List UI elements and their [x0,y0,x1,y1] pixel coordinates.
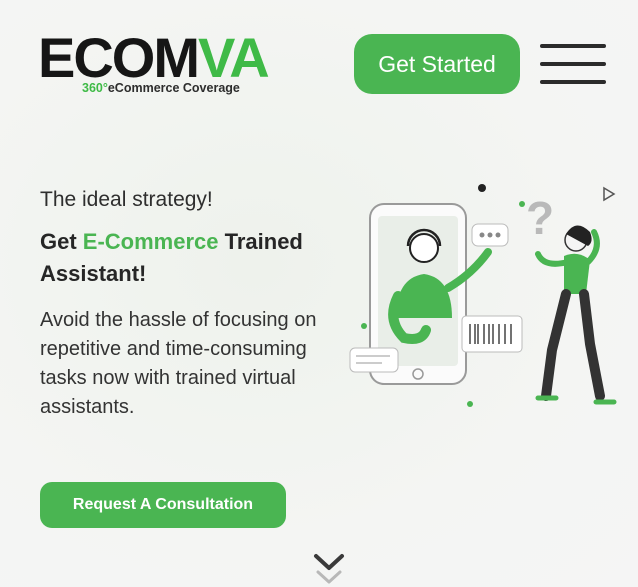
logo-tagline: 360°eCommerce Coverage [82,81,240,95]
chat-dot [479,232,485,238]
question-mark-icon: ? [526,192,554,244]
hamburger-menu-icon[interactable] [540,44,606,86]
logo-wordmark-accent: VA [198,26,270,89]
woman-arm [535,251,571,267]
request-consultation-button[interactable]: Request A Consultation [40,482,286,528]
decor-dot [478,184,486,192]
hamburger-line [540,62,606,66]
logo-wordmark: ECOMVA [38,30,270,86]
hero-description: Avoid the hassle of focusing on repetiti… [40,309,317,418]
chat-dot [487,232,493,238]
message-bubble-icon [349,347,399,373]
agent-head [409,233,439,263]
logo-tagline-number: 360° [82,81,108,95]
logo-wordmark-dark: ECOM [38,26,200,89]
page: ECOMVA 360°eCommerce Coverage Get Starte… [0,0,638,587]
logo[interactable]: ECOMVA 360°eCommerce Coverage [38,30,298,100]
get-started-button[interactable]: Get Started [354,34,520,94]
hero-eyebrow: The ideal strategy! [40,188,213,211]
virtual-assistant-illustration: ? [349,184,617,407]
hero-headline: Get E-Commerce Trained Assistant! [40,226,360,290]
decor-dot [361,323,367,329]
hamburger-line [540,80,606,84]
decor-dot [519,201,525,207]
decor-dot [467,401,473,407]
woman-leg [579,289,605,401]
hamburger-line [540,44,606,48]
chevron-down-icon[interactable] [310,548,348,586]
woman-leg [541,289,571,401]
hero-headline-accent: E-Commerce [82,229,219,254]
decor-triangle [603,186,616,202]
hero-headline-pre: Get [40,229,83,254]
logo-tagline-text: eCommerce Coverage [107,81,240,95]
barcode-card-icon [461,315,523,353]
chat-dot [495,232,501,238]
